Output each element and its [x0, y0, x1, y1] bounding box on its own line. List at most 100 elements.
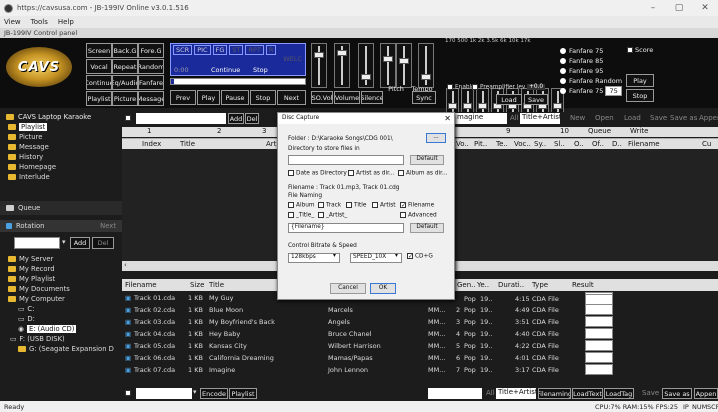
- col-pit[interactable]: Pit..: [474, 140, 487, 148]
- sovol-label[interactable]: SO.Vol: [311, 91, 333, 104]
- col-genre[interactable]: Gen..: [457, 281, 476, 289]
- loadtag-button[interactable]: LoadTag: [604, 388, 634, 399]
- tree-item-interlude[interactable]: Interlude: [0, 172, 122, 182]
- artist-checkbox[interactable]: Artist: [372, 202, 396, 209]
- picture-button[interactable]: Picture: [112, 91, 138, 106]
- menu-tools[interactable]: Tools: [31, 18, 48, 26]
- album-dir-checkbox[interactable]: Album as dir...: [398, 170, 448, 177]
- minimize-icon[interactable]: –: [640, 0, 666, 16]
- maximize-icon[interactable]: ▢: [666, 0, 692, 16]
- menu-view[interactable]: View: [4, 18, 21, 26]
- stop-button[interactable]: Stop: [250, 90, 276, 105]
- random-button[interactable]: Random: [138, 59, 164, 74]
- files-save-button[interactable]: Save: [642, 389, 659, 397]
- col-file[interactable]: Filename: [125, 281, 157, 289]
- title-underscore-checkbox[interactable]: _Title_: [288, 212, 314, 219]
- col-te[interactable]: Te..: [496, 140, 508, 148]
- vocal-button[interactable]: Vocal: [86, 59, 112, 74]
- artist-dir-checkbox[interactable]: Artist as dir...: [348, 170, 394, 177]
- continue-button[interactable]: Continue: [86, 75, 112, 90]
- saveas-button[interactable]: Save as: [670, 114, 697, 122]
- files-field-select[interactable]: Title+Artist: [496, 388, 538, 399]
- sovol-slider[interactable]: [311, 43, 327, 88]
- eq-audio-button[interactable]: Eq/Audio: [112, 75, 138, 90]
- file-row[interactable]: ▣ Track 02.cda 1 KB Blue Moon Marcels MM... 2 P…: [122, 304, 718, 315]
- files-saveas-button[interactable]: Save as: [662, 388, 692, 399]
- loadtext-button[interactable]: LoadText: [572, 388, 603, 399]
- eq-load-button[interactable]: Load: [496, 94, 522, 105]
- file-row[interactable]: ▣ Track 05.cda 1 KB Kansas City Wilbert Harr…: [122, 340, 718, 351]
- rotation-input[interactable]: [14, 237, 60, 249]
- advanced-checkbox[interactable]: Advanced: [400, 212, 437, 219]
- tab-10[interactable]: 10: [560, 127, 569, 135]
- repeat-button[interactable]: Repeat: [112, 59, 138, 74]
- col-year[interactable]: Ye..: [477, 281, 489, 289]
- save-button[interactable]: Save: [650, 114, 667, 122]
- col-vo[interactable]: Vo..: [456, 140, 469, 148]
- tree-drive-c[interactable]: ▭ C:: [0, 304, 122, 314]
- filenaming-button[interactable]: Filenaming: [538, 388, 571, 399]
- col-filename[interactable]: Filename: [628, 140, 660, 148]
- fanfare-play-button[interactable]: Play: [626, 74, 654, 87]
- track-checkbox[interactable]: Track: [318, 202, 341, 209]
- fanfare-stop-button[interactable]: Stop: [626, 89, 654, 102]
- tree-my-computer[interactable]: My Computer: [0, 294, 122, 304]
- tree-drive-d[interactable]: ▭ D:: [0, 314, 122, 324]
- tree-item-history[interactable]: History: [0, 152, 122, 162]
- title-checkbox[interactable]: Title: [346, 202, 366, 209]
- search-input[interactable]: magine: [455, 113, 507, 124]
- fanfare-85-radio[interactable]: Fanfare 85: [560, 56, 622, 66]
- tree-my-server[interactable]: My Server: [0, 254, 122, 264]
- filename-pattern-input[interactable]: {Filename}: [288, 223, 404, 233]
- display-tab-scr[interactable]: SCR: [173, 45, 193, 55]
- tree-item-playlist[interactable]: Playlist: [0, 122, 122, 132]
- playlist-button[interactable]: Playlist: [86, 91, 112, 106]
- date-dir-checkbox[interactable]: Date as Directory: [288, 170, 347, 177]
- browse-button[interactable]: ...: [426, 133, 446, 143]
- playlist-del-button[interactable]: Del: [245, 113, 259, 124]
- fanfare-95-radio[interactable]: Fanfare 95: [560, 66, 622, 76]
- write-tab[interactable]: Write: [630, 127, 648, 135]
- search-field-select[interactable]: Title+Artist: [520, 113, 562, 124]
- col-track-title[interactable]: Title: [209, 281, 224, 289]
- col-d[interactable]: D..: [612, 140, 622, 148]
- tree-item-picture[interactable]: Picture: [0, 132, 122, 142]
- backg-button[interactable]: Back.G: [112, 43, 138, 58]
- tree-my-playlist[interactable]: My Playlist: [0, 274, 122, 284]
- tab-2[interactable]: 2: [217, 127, 221, 135]
- col-result[interactable]: Result: [572, 281, 594, 289]
- menu-help[interactable]: Help: [58, 18, 74, 26]
- tree-drive-e[interactable]: ◉ E: (Audio CD): [0, 324, 122, 334]
- fanfare-random-radio[interactable]: Fanfare Random: [560, 76, 622, 86]
- file-row[interactable]: ▣ Track 04.cda 1 KB Hey Baby Bruce Chanel MM.…: [122, 328, 718, 339]
- fanfare-button[interactable]: Fanfare: [138, 75, 164, 90]
- fanfare-custom-radio[interactable]: Fanfare 75 75: [560, 86, 622, 96]
- files-select-all[interactable]: [125, 390, 131, 396]
- files-append-button[interactable]: Appen: [694, 388, 718, 399]
- artist-underscore-checkbox[interactable]: _Artist_: [318, 212, 347, 219]
- display-tab-pic[interactable]: PIC: [194, 45, 211, 55]
- tree-my-record[interactable]: My Record: [0, 264, 122, 274]
- preamp-checkbox[interactable]: Preamplifier lev: [472, 84, 525, 91]
- prev-button[interactable]: Prev: [170, 90, 196, 105]
- queue-header[interactable]: Queue: [0, 201, 122, 215]
- files-search-input[interactable]: [428, 388, 482, 399]
- col-sy[interactable]: Sy..: [534, 140, 546, 148]
- dropdown-arrow-icon[interactable]: ▾: [333, 253, 336, 259]
- tree-drive-g[interactable]: G: (Seagate Expansion D: [0, 344, 122, 354]
- tree-item-message[interactable]: Message: [0, 142, 122, 152]
- pattern-default-button[interactable]: Default: [410, 223, 444, 233]
- col-index[interactable]: Index: [142, 140, 161, 148]
- tree-root-label[interactable]: CAVS Laptop Karaoke: [18, 113, 91, 121]
- display-tab-rpt[interactable]: RPT: [245, 45, 264, 55]
- playlist-add-button[interactable]: Add: [228, 113, 244, 124]
- select-all-checkbox[interactable]: [125, 115, 131, 121]
- col-size[interactable]: Size: [190, 281, 204, 289]
- display-tab-r[interactable]: R: [265, 45, 277, 55]
- directory-default-button[interactable]: Default: [410, 155, 444, 165]
- message-button[interactable]: Message: [138, 91, 164, 106]
- close-icon[interactable]: ✕: [692, 0, 718, 16]
- display-tab-fg[interactable]: FG: [212, 45, 228, 55]
- eq-save-button[interactable]: Save: [524, 94, 548, 105]
- cdg-checkbox[interactable]: ✓ CD+G: [407, 253, 433, 260]
